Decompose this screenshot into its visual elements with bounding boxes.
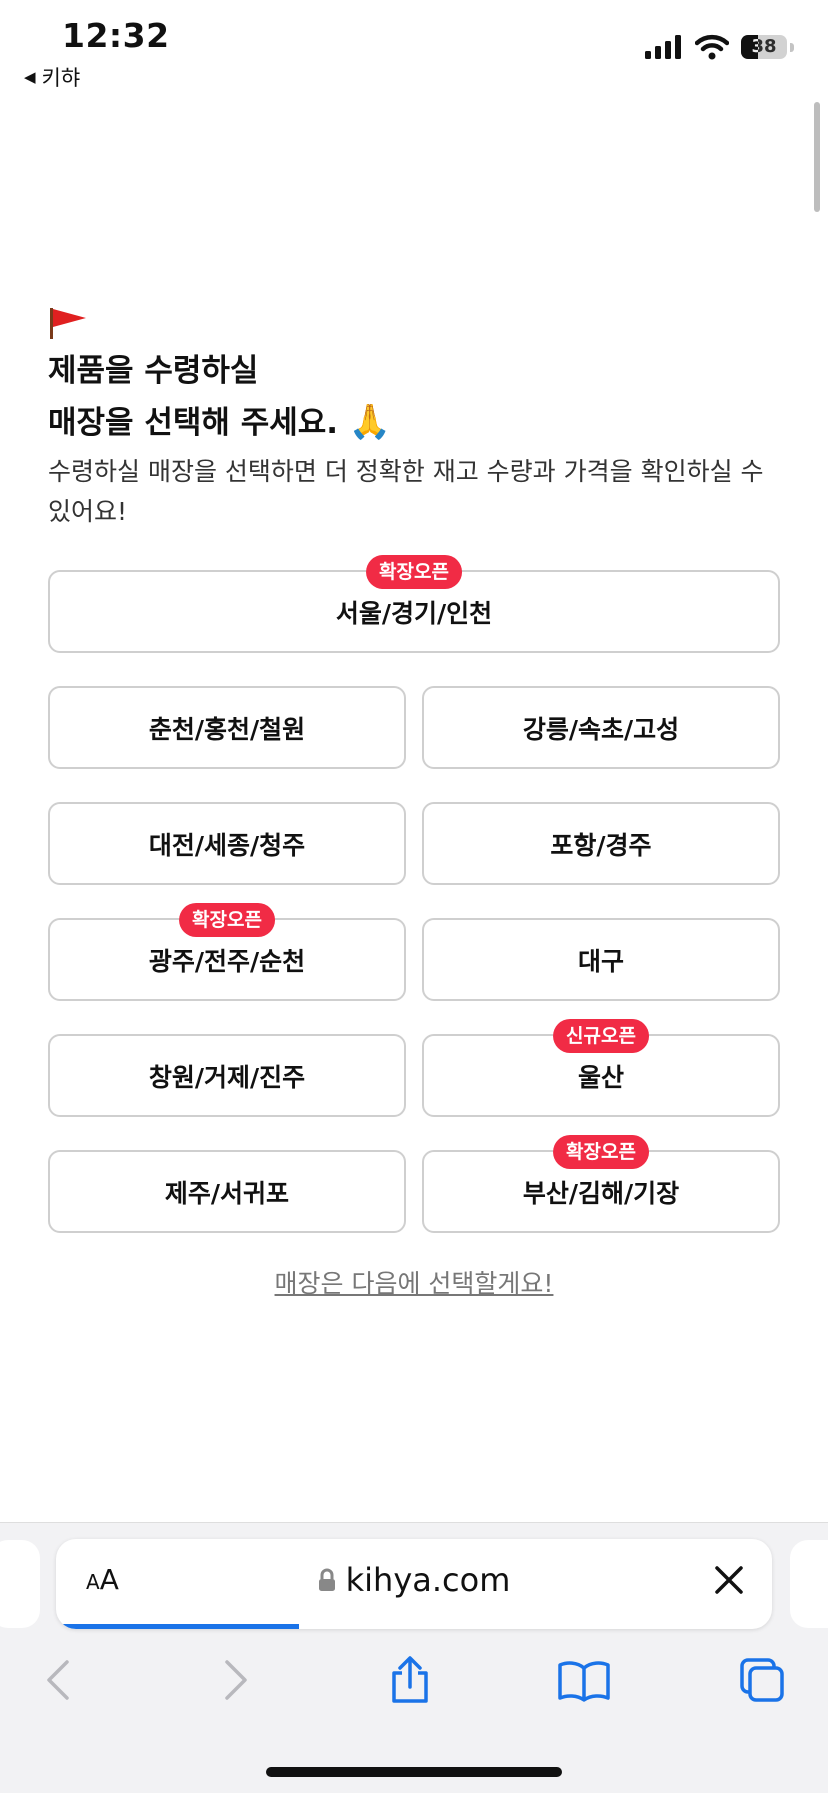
back-icon[interactable] [28, 1650, 88, 1710]
open-badge: 확장오픈 [179, 903, 275, 937]
region-label: 포항/경주 [550, 830, 652, 860]
region-button[interactable]: 부산/김해/기장 확장오픈 [422, 1135, 780, 1233]
region-label: 부산/김해/기장 [522, 1178, 680, 1208]
region-label: 대전/세종/청주 [148, 830, 306, 860]
flag-icon [48, 306, 88, 344]
page-subtitle: 수령하실 매장을 선택하면 더 정확한 재고 수량과 가격을 확인하실 수 있어… [48, 457, 764, 526]
region-button[interactable]: 대구 [422, 918, 780, 1001]
battery-nub [790, 42, 794, 52]
battery-icon: 38 [741, 35, 787, 59]
back-to-app[interactable]: ◀ 키햐 [24, 62, 80, 92]
bookmarks-icon[interactable] [554, 1650, 614, 1710]
open-badge: 확장오픈 [553, 1135, 649, 1169]
region-label: 창원/거제/진주 [148, 1062, 306, 1092]
skip-store-selection-link[interactable]: 매장은 다음에 선택할게요! [0, 1264, 828, 1300]
back-triangle-icon: ◀ [24, 68, 36, 86]
open-badge: 신규오픈 [553, 1019, 649, 1053]
status-icons: 38 [645, 34, 794, 60]
region-label: 제주/서귀포 [164, 1178, 290, 1208]
lock-icon [318, 1568, 335, 1591]
wifi-icon [695, 34, 729, 60]
previous-tab-peek[interactable] [0, 1540, 40, 1628]
close-icon[interactable] [712, 1563, 746, 1601]
region-label: 춘천/홍천/철원 [148, 714, 306, 744]
region-button[interactable]: 대전/세종/청주 [48, 802, 406, 885]
title-line-1: 제품을 수령하실 [48, 353, 259, 389]
battery-percent: 38 [751, 36, 777, 57]
back-app-label: 키햐 [41, 66, 81, 90]
region-button[interactable]: 광주/전주/순천 확장오픈 [48, 903, 406, 1001]
forward-icon[interactable] [206, 1650, 266, 1710]
page-title: 제품을 수령하실 매장을 선택해 주세요. 🙏 [48, 346, 391, 449]
region-button[interactable]: 강릉/속초/고성 [422, 686, 780, 769]
home-indicator[interactable] [266, 1767, 562, 1777]
next-tab-peek[interactable] [790, 1540, 828, 1628]
cellular-signal-icon [645, 35, 681, 59]
tabs-icon[interactable] [732, 1650, 792, 1710]
region-button[interactable]: 포항/경주 [422, 802, 780, 885]
share-icon[interactable] [380, 1650, 440, 1710]
region-button[interactable]: 울산 신규오픈 [422, 1019, 780, 1117]
region-button[interactable]: 제주/서귀포 [48, 1150, 406, 1233]
region-button[interactable]: 춘천/홍천/철원 [48, 686, 406, 769]
pray-emoji-icon: 🙏 [348, 402, 392, 442]
scroll-indicator[interactable] [814, 102, 820, 212]
open-badge: 확장오픈 [366, 555, 462, 589]
page-load-progress [56, 1624, 300, 1629]
region-label: 강릉/속초/고성 [522, 714, 680, 744]
region-label: 대구 [577, 946, 624, 976]
region-label: 광주/전주/순천 [148, 946, 306, 976]
title-line-2: 매장을 선택해 주세요. [48, 405, 339, 441]
region-button[interactable]: 창원/거제/진주 [48, 1034, 406, 1117]
region-label: 서울/경기/인천 [335, 598, 493, 628]
status-time: 12:32 [62, 16, 170, 55]
url-display[interactable]: kihya.com [56, 1561, 772, 1599]
url-text: kihya.com [345, 1561, 511, 1599]
address-bar[interactable]: AA kihya.com [56, 1539, 772, 1629]
region-label: 울산 [577, 1062, 624, 1092]
region-button[interactable]: 서울/경기/인천 확장오픈 [48, 555, 780, 653]
